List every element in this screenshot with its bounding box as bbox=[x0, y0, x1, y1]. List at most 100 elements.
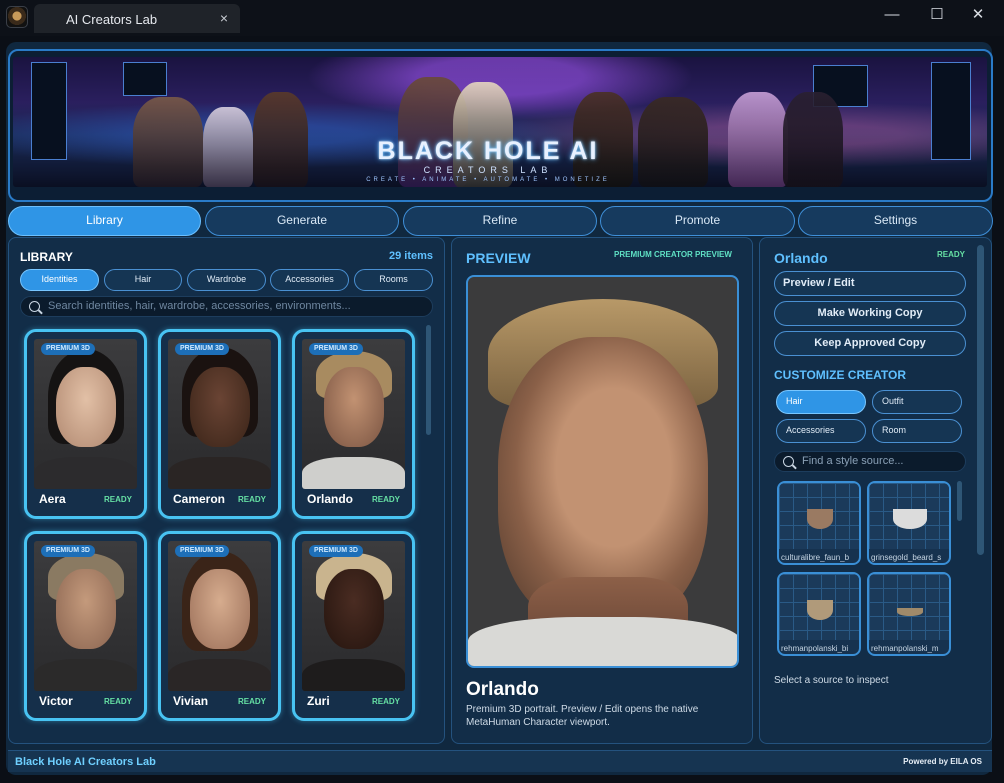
library-count: 29 items bbox=[389, 250, 434, 262]
tile-beard-shape bbox=[807, 600, 833, 620]
banner-person bbox=[133, 97, 203, 187]
banner-logo: BLACK HOLE AI CREATORS LAB CREATE • ANIM… bbox=[323, 137, 653, 183]
library-title: LIBRARY bbox=[20, 250, 73, 264]
tile-beard-shape bbox=[807, 509, 833, 529]
preview-description: Premium 3D portrait. Preview / Edit open… bbox=[466, 704, 699, 728]
banner-person bbox=[783, 92, 843, 187]
identity-photo bbox=[34, 541, 137, 691]
identity-status: READY bbox=[371, 697, 400, 706]
tile-preview bbox=[869, 574, 949, 640]
identity-photo bbox=[168, 541, 271, 691]
face-shape bbox=[324, 367, 384, 447]
premium-badge: PREMIUM 3D bbox=[175, 343, 229, 355]
library-search-input[interactable]: Search identities, hair, wardrobe, acces… bbox=[20, 296, 433, 317]
chip-accessories[interactable]: Accessories bbox=[270, 269, 349, 291]
style-source-label: grinsegold_beard_s bbox=[871, 553, 942, 562]
shoulders-shape bbox=[34, 659, 137, 691]
style-source-tile[interactable]: rehmanpolanski_bi bbox=[777, 572, 861, 656]
make-working-copy-button[interactable]: Make Working Copy bbox=[774, 301, 966, 326]
identity-card-cameron[interactable]: PREMIUM 3D Cameron READY bbox=[158, 329, 281, 519]
face-shape bbox=[324, 569, 384, 649]
identity-photo bbox=[168, 339, 271, 489]
keep-approved-copy-button[interactable]: Keep Approved Copy bbox=[774, 331, 966, 356]
title-bar: AI Creators Lab × — ☐ ✕ bbox=[0, 0, 1004, 36]
identity-photo bbox=[302, 339, 405, 489]
style-source-label: rehmanpolanski_bi bbox=[781, 644, 849, 653]
preview-name: Orlando bbox=[466, 679, 539, 700]
close-tab-icon[interactable]: × bbox=[220, 10, 228, 26]
footer-app-name: Black Hole AI Creators Lab bbox=[15, 756, 156, 768]
banner-person bbox=[728, 92, 788, 187]
custom-chip-room[interactable]: Room bbox=[872, 419, 962, 443]
creator-panel-scrollbar[interactable] bbox=[977, 245, 984, 555]
shoulders-shape bbox=[34, 457, 137, 489]
chip-wardrobe[interactable]: Wardrobe bbox=[187, 269, 266, 291]
preview-edit-button[interactable]: Preview / Edit bbox=[774, 271, 966, 296]
banner-person bbox=[253, 92, 308, 187]
preview-image bbox=[466, 275, 739, 668]
nav-promote[interactable]: Promote bbox=[600, 206, 795, 236]
nav-generate[interactable]: Generate bbox=[205, 206, 399, 236]
style-source-tile[interactable]: culturalibre_faun_b bbox=[777, 481, 861, 565]
identity-name: Zuri bbox=[307, 694, 330, 708]
style-source-label: culturalibre_faun_b bbox=[781, 553, 850, 562]
identity-photo bbox=[34, 339, 137, 489]
identity-status: READY bbox=[237, 495, 266, 504]
premium-badge: PREMIUM 3D bbox=[41, 545, 95, 557]
custom-chip-hair[interactable]: Hair bbox=[776, 390, 866, 414]
banner-screen-left bbox=[31, 62, 67, 160]
identity-card-aera[interactable]: PREMIUM 3D Aera READY bbox=[24, 329, 147, 519]
footer-powered-by: Powered by EILA OS bbox=[903, 757, 982, 766]
preview-shirt-shape bbox=[468, 617, 737, 666]
chip-rooms[interactable]: Rooms bbox=[354, 269, 433, 291]
library-search-placeholder: Search identities, hair, wardrobe, acces… bbox=[48, 300, 351, 312]
style-source-tile[interactable]: rehmanpolanski_m bbox=[867, 572, 951, 656]
preview-subtitle: PREMIUM CREATOR PREVIEW bbox=[614, 250, 732, 259]
face-shape bbox=[190, 569, 250, 649]
face-shape bbox=[56, 367, 116, 447]
library-scrollbar[interactable] bbox=[426, 325, 431, 435]
preview-title: PREVIEW bbox=[466, 250, 531, 266]
chip-hair[interactable]: Hair bbox=[104, 269, 182, 291]
identity-card-vivian[interactable]: PREMIUM 3D Vivian READY bbox=[158, 531, 281, 721]
premium-badge: PREMIUM 3D bbox=[175, 545, 229, 557]
nav-settings[interactable]: Settings bbox=[798, 206, 993, 236]
window-tab[interactable]: AI Creators Lab × bbox=[34, 4, 240, 33]
tile-beard-shape bbox=[893, 509, 927, 529]
banner-subtitle: CREATORS LAB bbox=[423, 165, 553, 175]
identity-name: Aera bbox=[39, 492, 66, 506]
banner-screen bbox=[123, 62, 167, 96]
nav-refine[interactable]: Refine bbox=[403, 206, 597, 236]
source-hint: Select a source to inspect bbox=[774, 675, 889, 686]
style-search-placeholder: Find a style source... bbox=[802, 455, 904, 467]
identity-name: Vivian bbox=[173, 694, 209, 708]
shoulders-shape bbox=[302, 457, 405, 489]
identity-status: READY bbox=[371, 495, 400, 504]
status-bar: Black Hole AI Creators Lab Powered by EI… bbox=[8, 750, 992, 772]
chip-identities[interactable]: Identities bbox=[20, 269, 99, 291]
identity-status: READY bbox=[237, 697, 266, 706]
banner-tagline: CREATE • ANIMATE • AUTOMATE • MONETIZE bbox=[366, 177, 610, 183]
minimize-button[interactable]: — bbox=[872, 4, 912, 26]
close-window-button[interactable]: ✕ bbox=[958, 4, 998, 26]
customize-title: CUSTOMIZE CREATOR bbox=[774, 368, 907, 382]
window-tab-title: AI Creators Lab bbox=[66, 12, 158, 27]
style-source-scrollbar[interactable] bbox=[957, 481, 962, 521]
identity-card-orlando[interactable]: PREMIUM 3D Orlando READY bbox=[292, 329, 415, 519]
custom-chip-accessories[interactable]: Accessories bbox=[776, 419, 866, 443]
maximize-button[interactable]: ☐ bbox=[917, 4, 957, 26]
banner-title: BLACK HOLE AI bbox=[377, 137, 599, 165]
identity-card-victor[interactable]: PREMIUM 3D Victor READY bbox=[24, 531, 147, 721]
banner-screen-right bbox=[931, 62, 971, 160]
custom-chip-outfit[interactable]: Outfit bbox=[872, 390, 962, 414]
app-logo-icon bbox=[6, 6, 28, 28]
identity-status: READY bbox=[103, 495, 132, 504]
identity-card-zuri[interactable]: PREMIUM 3D Zuri READY bbox=[292, 531, 415, 721]
style-source-search-input[interactable]: Find a style source... bbox=[774, 451, 966, 472]
style-source-tile[interactable]: grinsegold_beard_s bbox=[867, 481, 951, 565]
premium-badge: PREMIUM 3D bbox=[309, 545, 363, 557]
nav-library[interactable]: Library bbox=[8, 206, 201, 236]
premium-badge: PREMIUM 3D bbox=[309, 343, 363, 355]
face-shape bbox=[56, 569, 116, 649]
creator-name: Orlando bbox=[774, 250, 828, 266]
